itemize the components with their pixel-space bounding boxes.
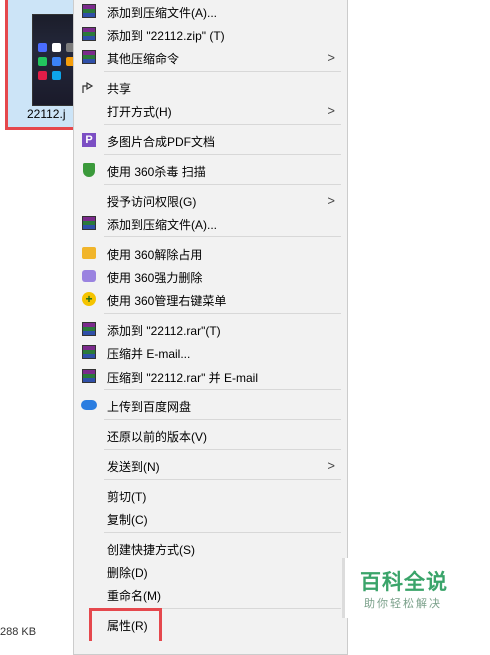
properties-callout xyxy=(89,608,162,641)
separator xyxy=(104,532,341,533)
menu-item-add-to-archive-2[interactable]: 添加到压缩文件(A)... xyxy=(74,212,347,234)
menu-item-baidu-upload[interactable]: 上传到百度网盘 xyxy=(74,394,347,416)
watermark-subtitle: 助你轻松解决 xyxy=(364,598,442,610)
menu-item-open-with[interactable]: 打开方式(H) > xyxy=(74,99,347,121)
chevron-right-icon: > xyxy=(327,193,335,208)
shield-icon xyxy=(81,162,97,178)
menu-item-other-compress[interactable]: 其他压缩命令 > xyxy=(74,46,347,68)
winrar-icon xyxy=(81,26,97,42)
separator xyxy=(104,313,341,314)
menu-item-add-to-archive[interactable]: 添加到压缩文件(A)... xyxy=(74,0,347,22)
share-icon xyxy=(81,79,97,95)
watermark: 百科全说 助你轻松解决 xyxy=(342,558,490,618)
winrar-icon xyxy=(81,344,97,360)
menu-item-rename[interactable]: 重命名(M) xyxy=(74,583,347,605)
delete-icon xyxy=(81,268,97,284)
chevron-right-icon: > xyxy=(327,458,335,473)
winrar-icon xyxy=(81,3,97,19)
menu-item-360-force-delete[interactable]: 使用 360强力删除 xyxy=(74,265,347,287)
unlock-icon xyxy=(81,245,97,261)
file-name: 22112.j xyxy=(27,107,66,121)
winrar-icon xyxy=(81,321,97,337)
watermark-divider xyxy=(342,558,345,618)
separator xyxy=(104,449,341,450)
menu-item-360-scan[interactable]: 使用 360杀毒 扫描 xyxy=(74,159,347,181)
pdf-icon: P xyxy=(81,132,97,148)
separator xyxy=(104,419,341,420)
menu-item-360-unlock[interactable]: 使用 360解除占用 xyxy=(74,242,347,264)
separator xyxy=(104,479,341,480)
separator xyxy=(104,154,341,155)
menu-item-compress-email[interactable]: 压缩并 E-mail... xyxy=(74,341,347,363)
menu-item-restore-version[interactable]: 还原以前的版本(V) xyxy=(74,424,347,446)
context-menu: 添加到压缩文件(A)... 添加到 "22112.zip" (T) 其他压缩命令… xyxy=(73,0,348,655)
menu-item-copy[interactable]: 复制(C) xyxy=(74,507,347,529)
separator xyxy=(104,389,341,390)
menu-item-add-to-zip[interactable]: 添加到 "22112.zip" (T) xyxy=(74,23,347,45)
menu-item-merge-pdf[interactable]: P 多图片合成PDF文档 xyxy=(74,129,347,151)
winrar-icon xyxy=(81,49,97,65)
cloud-icon xyxy=(81,397,97,413)
separator xyxy=(104,236,341,237)
menu-item-cut[interactable]: 剪切(T) xyxy=(74,484,347,506)
menu-item-share[interactable]: 共享 xyxy=(74,76,347,98)
menu-item-delete[interactable]: 删除(D) xyxy=(74,560,347,582)
menu-item-compress-rar-email[interactable]: 压缩到 "22112.rar" 并 E-mail xyxy=(74,365,347,387)
file-item[interactable]: 22112.j xyxy=(5,0,83,134)
menu-item-send-to[interactable]: 发送到(N) > xyxy=(74,454,347,476)
file-size: 288 KB xyxy=(0,626,37,638)
menu-item-add-to-rar[interactable]: 添加到 "22112.rar"(T) xyxy=(74,318,347,340)
watermark-title: 百科全说 xyxy=(360,571,448,594)
menu-item-360-manage-menu[interactable]: + 使用 360管理右键菜单 xyxy=(74,288,347,310)
winrar-icon xyxy=(81,215,97,231)
menu-item-grant-access[interactable]: 授予访问权限(G) > xyxy=(74,189,347,211)
winrar-icon xyxy=(81,368,97,384)
menu-item-create-shortcut[interactable]: 创建快捷方式(S) xyxy=(74,537,347,559)
separator xyxy=(104,71,341,72)
chevron-right-icon: > xyxy=(327,50,335,65)
separator xyxy=(104,184,341,185)
separator xyxy=(104,124,341,125)
menu-manage-icon: + xyxy=(81,291,97,307)
chevron-right-icon: > xyxy=(327,103,335,118)
